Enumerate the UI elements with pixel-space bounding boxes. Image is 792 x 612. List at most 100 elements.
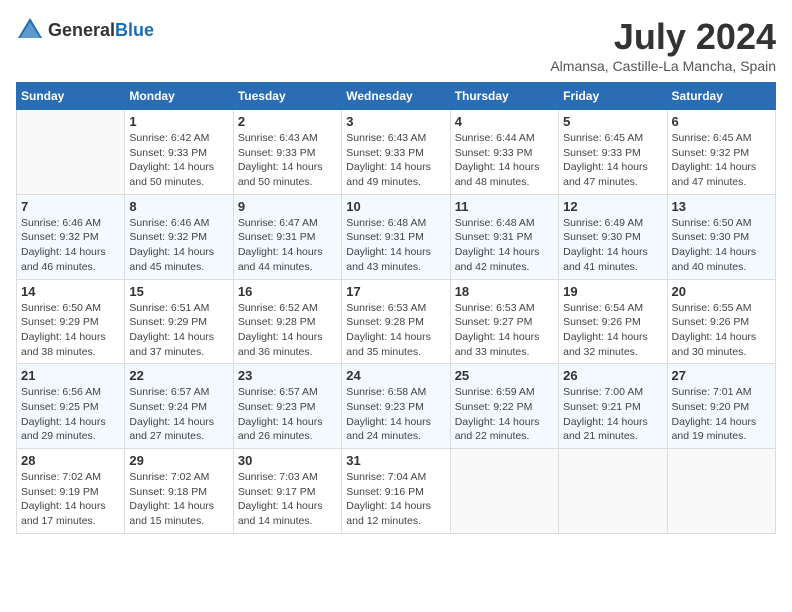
day-number: 19	[563, 284, 662, 299]
day-info: Sunrise: 6:50 AMSunset: 9:29 PMDaylight:…	[21, 301, 120, 360]
day-info: Sunrise: 6:46 AMSunset: 9:32 PMDaylight:…	[21, 216, 120, 275]
day-info: Sunrise: 6:43 AMSunset: 9:33 PMDaylight:…	[238, 131, 337, 190]
day-number: 22	[129, 368, 228, 383]
day-cell: 17 Sunrise: 6:53 AMSunset: 9:28 PMDayligh…	[342, 279, 450, 364]
calendar-subtitle: Almansa, Castille-La Mancha, Spain	[550, 58, 776, 74]
weekday-header-tuesday: Tuesday	[233, 83, 341, 110]
day-number: 13	[672, 199, 771, 214]
day-info: Sunrise: 6:57 AMSunset: 9:23 PMDaylight:…	[238, 385, 337, 444]
day-info: Sunrise: 6:47 AMSunset: 9:31 PMDaylight:…	[238, 216, 337, 275]
day-cell: 21Sunrise: 6:56 AMSunset: 9:25 PMDayligh…	[17, 364, 125, 449]
day-number: 23	[238, 368, 337, 383]
day-number: 5	[563, 114, 662, 129]
week-row-5: 28 Sunrise: 7:02 AMSunset: 9:19 PMDayligh…	[17, 449, 776, 534]
day-cell: 22Sunrise: 6:57 AMSunset: 9:24 PMDayligh…	[125, 364, 233, 449]
day-info: Sunrise: 7:02 AMSunset: 9:19 PMDaylight:…	[21, 470, 120, 529]
day-number: 2	[238, 114, 337, 129]
logo-text-blue: Blue	[115, 20, 154, 40]
week-row-3: 14 Sunrise: 6:50 AMSunset: 9:29 PMDayligh…	[17, 279, 776, 364]
day-info: Sunrise: 7:00 AMSunset: 9:21 PMDaylight:…	[563, 385, 662, 444]
day-info: Sunrise: 7:04 AMSunset: 9:16 PMDaylight:…	[346, 470, 445, 529]
day-info: Sunrise: 6:51 AMSunset: 9:29 PMDaylight:…	[129, 301, 228, 360]
weekday-header-monday: Monday	[125, 83, 233, 110]
logo-text-general: General	[48, 20, 115, 40]
day-number: 26	[563, 368, 662, 383]
day-info: Sunrise: 6:53 AMSunset: 9:27 PMDaylight:…	[455, 301, 554, 360]
day-cell: 16 Sunrise: 6:52 AMSunset: 9:28 PMDayligh…	[233, 279, 341, 364]
day-cell: 30Sunrise: 7:03 AMSunset: 9:17 PMDayligh…	[233, 449, 341, 534]
week-row-1: 1Sunrise: 6:42 AMSunset: 9:33 PMDaylight…	[17, 110, 776, 195]
week-row-2: 7 Sunrise: 6:46 AMSunset: 9:32 PMDaylight…	[17, 194, 776, 279]
day-number: 24	[346, 368, 445, 383]
day-cell: 18 Sunrise: 6:53 AMSunset: 9:27 PMDayligh…	[450, 279, 558, 364]
day-info: Sunrise: 7:01 AMSunset: 9:20 PMDaylight:…	[672, 385, 771, 444]
logo-icon	[16, 16, 44, 44]
day-cell: 26 Sunrise: 7:00 AMSunset: 9:21 PMDayligh…	[559, 364, 667, 449]
day-cell: 7 Sunrise: 6:46 AMSunset: 9:32 PMDaylight…	[17, 194, 125, 279]
day-cell: 6Sunrise: 6:45 AMSunset: 9:32 PMDaylight…	[667, 110, 775, 195]
day-number: 28	[21, 453, 120, 468]
weekday-header-saturday: Saturday	[667, 83, 775, 110]
day-cell: 29 Sunrise: 7:02 AMSunset: 9:18 PMDayligh…	[125, 449, 233, 534]
day-number: 7	[21, 199, 120, 214]
day-number: 15	[129, 284, 228, 299]
day-cell	[559, 449, 667, 534]
header: GeneralBlue July 2024 Almansa, Castille-…	[16, 16, 776, 74]
day-cell: 12 Sunrise: 6:49 AMSunset: 9:30 PMDayligh…	[559, 194, 667, 279]
day-cell: 2 Sunrise: 6:43 AMSunset: 9:33 PMDaylight…	[233, 110, 341, 195]
day-number: 16	[238, 284, 337, 299]
day-number: 12	[563, 199, 662, 214]
day-number: 17	[346, 284, 445, 299]
day-number: 1	[129, 114, 228, 129]
day-cell: 1Sunrise: 6:42 AMSunset: 9:33 PMDaylight…	[125, 110, 233, 195]
day-cell: 27 Sunrise: 7:01 AMSunset: 9:20 PMDayligh…	[667, 364, 775, 449]
day-cell: 8 Sunrise: 6:46 AMSunset: 9:32 PMDaylight…	[125, 194, 233, 279]
day-cell: 23 Sunrise: 6:57 AMSunset: 9:23 PMDayligh…	[233, 364, 341, 449]
day-cell: 25Sunrise: 6:59 AMSunset: 9:22 PMDayligh…	[450, 364, 558, 449]
day-cell: 15 Sunrise: 6:51 AMSunset: 9:29 PMDayligh…	[125, 279, 233, 364]
day-number: 25	[455, 368, 554, 383]
day-cell: 28 Sunrise: 7:02 AMSunset: 9:19 PMDayligh…	[17, 449, 125, 534]
weekday-header-sunday: Sunday	[17, 83, 125, 110]
day-info: Sunrise: 6:49 AMSunset: 9:30 PMDaylight:…	[563, 216, 662, 275]
day-info: Sunrise: 6:48 AMSunset: 9:31 PMDaylight:…	[346, 216, 445, 275]
day-info: Sunrise: 6:46 AMSunset: 9:32 PMDaylight:…	[129, 216, 228, 275]
day-info: Sunrise: 6:44 AMSunset: 9:33 PMDaylight:…	[455, 131, 554, 190]
day-info: Sunrise: 6:45 AMSunset: 9:32 PMDaylight:…	[672, 131, 771, 190]
day-number: 11	[455, 199, 554, 214]
week-row-4: 21Sunrise: 6:56 AMSunset: 9:25 PMDayligh…	[17, 364, 776, 449]
day-info: Sunrise: 6:53 AMSunset: 9:28 PMDaylight:…	[346, 301, 445, 360]
day-info: Sunrise: 6:52 AMSunset: 9:28 PMDaylight:…	[238, 301, 337, 360]
day-number: 27	[672, 368, 771, 383]
day-cell: 14 Sunrise: 6:50 AMSunset: 9:29 PMDayligh…	[17, 279, 125, 364]
day-number: 29	[129, 453, 228, 468]
day-cell: 3Sunrise: 6:43 AMSunset: 9:33 PMDaylight…	[342, 110, 450, 195]
title-area: July 2024 Almansa, Castille-La Mancha, S…	[550, 16, 776, 74]
day-number: 14	[21, 284, 120, 299]
day-cell: 20Sunrise: 6:55 AMSunset: 9:26 PMDayligh…	[667, 279, 775, 364]
day-info: Sunrise: 7:03 AMSunset: 9:17 PMDaylight:…	[238, 470, 337, 529]
day-cell: 4Sunrise: 6:44 AMSunset: 9:33 PMDaylight…	[450, 110, 558, 195]
day-number: 20	[672, 284, 771, 299]
day-number: 9	[238, 199, 337, 214]
calendar-title: July 2024	[550, 16, 776, 58]
weekday-header-wednesday: Wednesday	[342, 83, 450, 110]
day-info: Sunrise: 6:45 AMSunset: 9:33 PMDaylight:…	[563, 131, 662, 190]
day-number: 8	[129, 199, 228, 214]
day-number: 3	[346, 114, 445, 129]
day-number: 18	[455, 284, 554, 299]
day-info: Sunrise: 6:54 AMSunset: 9:26 PMDaylight:…	[563, 301, 662, 360]
day-cell: 24Sunrise: 6:58 AMSunset: 9:23 PMDayligh…	[342, 364, 450, 449]
weekday-header-friday: Friday	[559, 83, 667, 110]
calendar-table: SundayMondayTuesdayWednesdayThursdayFrid…	[16, 82, 776, 534]
day-cell: 19 Sunrise: 6:54 AMSunset: 9:26 PMDayligh…	[559, 279, 667, 364]
day-info: Sunrise: 6:50 AMSunset: 9:30 PMDaylight:…	[672, 216, 771, 275]
day-info: Sunrise: 7:02 AMSunset: 9:18 PMDaylight:…	[129, 470, 228, 529]
day-cell: 13 Sunrise: 6:50 AMSunset: 9:30 PMDayligh…	[667, 194, 775, 279]
day-cell	[667, 449, 775, 534]
day-cell: 31Sunrise: 7:04 AMSunset: 9:16 PMDayligh…	[342, 449, 450, 534]
day-info: Sunrise: 6:48 AMSunset: 9:31 PMDaylight:…	[455, 216, 554, 275]
day-cell: 11 Sunrise: 6:48 AMSunset: 9:31 PMDayligh…	[450, 194, 558, 279]
weekday-header-thursday: Thursday	[450, 83, 558, 110]
day-info: Sunrise: 6:56 AMSunset: 9:25 PMDaylight:…	[21, 385, 120, 444]
